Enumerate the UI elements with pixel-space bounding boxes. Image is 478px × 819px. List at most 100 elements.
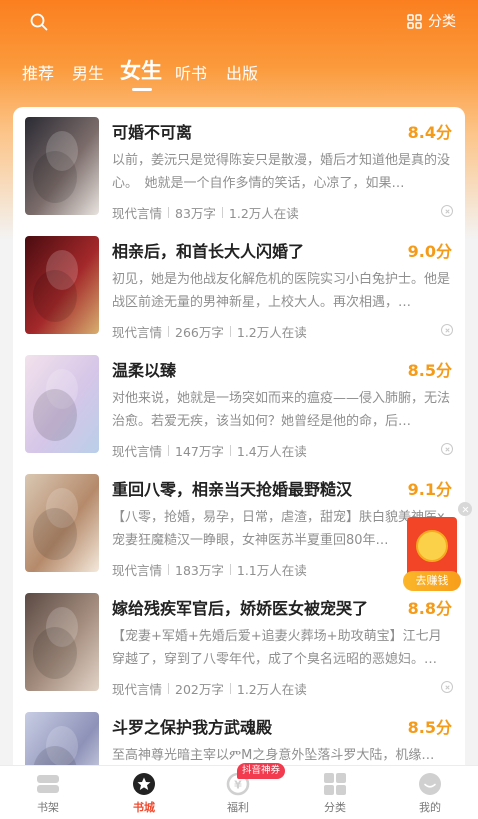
book-item[interactable]: 斗罗之保护我方武魂殿 8.5分至高神尊光暗主宰以ምΜ之身意外坠落斗罗大陆，机缘…	[13, 702, 465, 767]
dismiss-icon[interactable]	[441, 681, 453, 693]
book-item[interactable]: 重回八零，相亲当天抢婚最野糙汉 9.1分【八零，抢婚，易孕，日常，虐渣，甜宠】肤白…	[13, 464, 465, 583]
cover-art	[25, 712, 99, 767]
book-item[interactable]: 温柔以臻 8.5分 对他来说，她就是一场突如而来的瘟疫——侵入肺腑，无法治愈。若爱无…	[13, 345, 465, 464]
nav-welfare[interactable]: ¥ 抖音神券 福利	[190, 763, 286, 819]
tab-publishing[interactable]: 出版	[226, 60, 258, 84]
book-readers: 1.1万人在读	[236, 563, 307, 578]
tab-female[interactable]: 女生	[120, 55, 162, 85]
book-cover[interactable]	[25, 117, 99, 215]
close-icon[interactable]	[458, 502, 472, 516]
svg-text:¥: ¥	[234, 779, 242, 792]
nav-label: 书城	[133, 801, 155, 814]
meta-divider	[168, 445, 170, 456]
grid-icon	[407, 13, 422, 29]
meta-divider	[221, 207, 223, 218]
cover-art	[25, 117, 99, 215]
book-meta: 现代言情 183万字 1.1万人在读	[112, 560, 307, 579]
book-score: 8.5分	[407, 718, 452, 737]
active-tab-indicator	[132, 88, 152, 91]
cover-art	[25, 474, 99, 572]
book-description: 以前，姜沅只是觉得陈妄只是散漫，婚后才知道他是真的没心。 她就是一个自作多情的笑…	[112, 153, 451, 191]
book-cover[interactable]	[25, 355, 99, 453]
tab-male[interactable]: 男生	[72, 60, 104, 84]
book-description: 初见，她是为他战友化解危机的医院实习小白兔护士。他是战区前途无量的男神新星，上校…	[112, 272, 451, 310]
promo-badge: 抖音神券	[237, 763, 286, 779]
book-title[interactable]: 可婚不可离	[112, 119, 192, 143]
earn-money-widget[interactable]: 去赚钱	[403, 510, 465, 591]
meta-divider	[229, 445, 231, 456]
profile-icon	[419, 773, 441, 795]
book-cover[interactable]	[25, 712, 99, 767]
book-item[interactable]: 可婚不可离 8.4分以前，姜沅只是觉得陈妄只是散漫，婚后才知道他是真的没心。 她就…	[13, 107, 465, 226]
book-description: 【八零，抢婚，易孕，日常，虐渣，甜宠】肤白貌美神医x宠妻狂魔糙汉一睁眼，女神医苏…	[112, 510, 445, 548]
bottom-nav: 书架 书城 ¥ 抖音神券 福利 分类 我的	[0, 763, 478, 819]
nav-label: 书架	[37, 801, 59, 814]
book-score: 8.8分	[407, 599, 452, 618]
book-readers: 1.2万人在读	[228, 206, 299, 221]
category-grid-icon	[324, 773, 346, 795]
meta-divider	[168, 326, 170, 337]
book-category: 现代言情	[112, 444, 163, 459]
nav-bookstore[interactable]: 书城	[96, 766, 192, 819]
book-item[interactable]: 相亲后，和首长大人闪婚了 9.0分初见，她是为他战友化解危机的医院实习小白兔护士。…	[13, 226, 465, 345]
meta-divider	[229, 683, 231, 694]
tab-audiobook[interactable]: 听书	[175, 60, 207, 84]
cover-art	[25, 236, 99, 334]
book-score: 9.1分	[407, 480, 452, 499]
book-readers: 1.2万人在读	[236, 325, 307, 340]
channel-tabs: 推荐 男生 女生 听书 出版	[0, 52, 478, 92]
cover-art	[25, 355, 99, 453]
nav-label: 福利	[227, 801, 249, 814]
tab-recommend[interactable]: 推荐	[22, 60, 54, 84]
book-category: 现代言情	[112, 682, 163, 697]
book-word-count: 147万字	[175, 444, 224, 459]
meta-divider	[168, 207, 170, 218]
nav-bookshelf[interactable]: 书架	[0, 766, 96, 819]
book-word-count: 83万字	[175, 206, 216, 221]
book-readers: 1.2万人在读	[236, 682, 307, 697]
top-bar: 分类	[0, 0, 478, 44]
book-title[interactable]: 嫁给残疾军官后，娇娇医女被宠哭了	[112, 595, 368, 619]
book-list: 可婚不可离 8.4分以前，姜沅只是觉得陈妄只是散漫，婚后才知道他是真的没心。 她就…	[13, 107, 465, 767]
book-cover[interactable]	[25, 236, 99, 334]
book-item[interactable]: 嫁给残疾军官后，娇娇医女被宠哭了 8.8分【宠妻+军婚+先婚后爱+追妻火葬场+助攻…	[13, 583, 465, 702]
book-description: 【宠妻+军婚+先婚后爱+追妻火葬场+助攻萌宝】江七月穿越了，穿到了八零年代，成了…	[112, 629, 442, 667]
book-title[interactable]: 温柔以臻	[112, 357, 176, 381]
nav-category[interactable]: 分类	[287, 766, 383, 819]
nav-label: 分类	[324, 801, 346, 814]
cover-art	[25, 593, 99, 691]
book-category: 现代言情	[112, 325, 163, 340]
book-title[interactable]: 斗罗之保护我方武魂殿	[112, 714, 272, 738]
book-category: 现代言情	[112, 206, 163, 221]
coin-icon	[416, 530, 448, 562]
book-word-count: 202万字	[175, 682, 224, 697]
book-score: 8.5分	[407, 361, 452, 380]
book-readers: 1.4万人在读	[236, 444, 307, 459]
book-meta: 现代言情 202万字 1.2万人在读	[112, 679, 307, 698]
nav-label: 我的	[419, 801, 441, 814]
earn-money-label: 去赚钱	[403, 571, 461, 591]
nav-profile[interactable]: 我的	[382, 766, 478, 819]
meta-divider	[168, 683, 170, 694]
book-meta: 现代言情 266万字 1.2万人在读	[112, 322, 307, 341]
book-word-count: 266万字	[175, 325, 224, 340]
category-label: 分类	[428, 14, 456, 30]
category-button[interactable]: 分类	[407, 11, 456, 31]
book-title[interactable]: 重回八零，相亲当天抢婚最野糙汉	[112, 476, 352, 500]
dismiss-icon[interactable]	[441, 324, 453, 336]
dismiss-icon[interactable]	[441, 205, 453, 217]
book-description: 至高神尊光暗主宰以ምΜ之身意外坠落斗罗大陆，机缘…	[112, 748, 435, 763]
book-cover[interactable]	[25, 474, 99, 572]
meta-divider	[229, 564, 231, 575]
book-title[interactable]: 相亲后，和首长大人闪婚了	[112, 238, 304, 262]
book-word-count: 183万字	[175, 563, 224, 578]
book-score: 8.4分	[407, 123, 452, 142]
dismiss-icon[interactable]	[441, 443, 453, 455]
book-score: 9.0分	[407, 242, 452, 261]
meta-divider	[168, 564, 170, 575]
book-category: 现代言情	[112, 563, 163, 578]
bookstore-icon	[133, 773, 155, 795]
book-cover[interactable]	[25, 593, 99, 691]
bookshelf-icon	[37, 775, 59, 793]
search-icon[interactable]	[29, 12, 49, 32]
